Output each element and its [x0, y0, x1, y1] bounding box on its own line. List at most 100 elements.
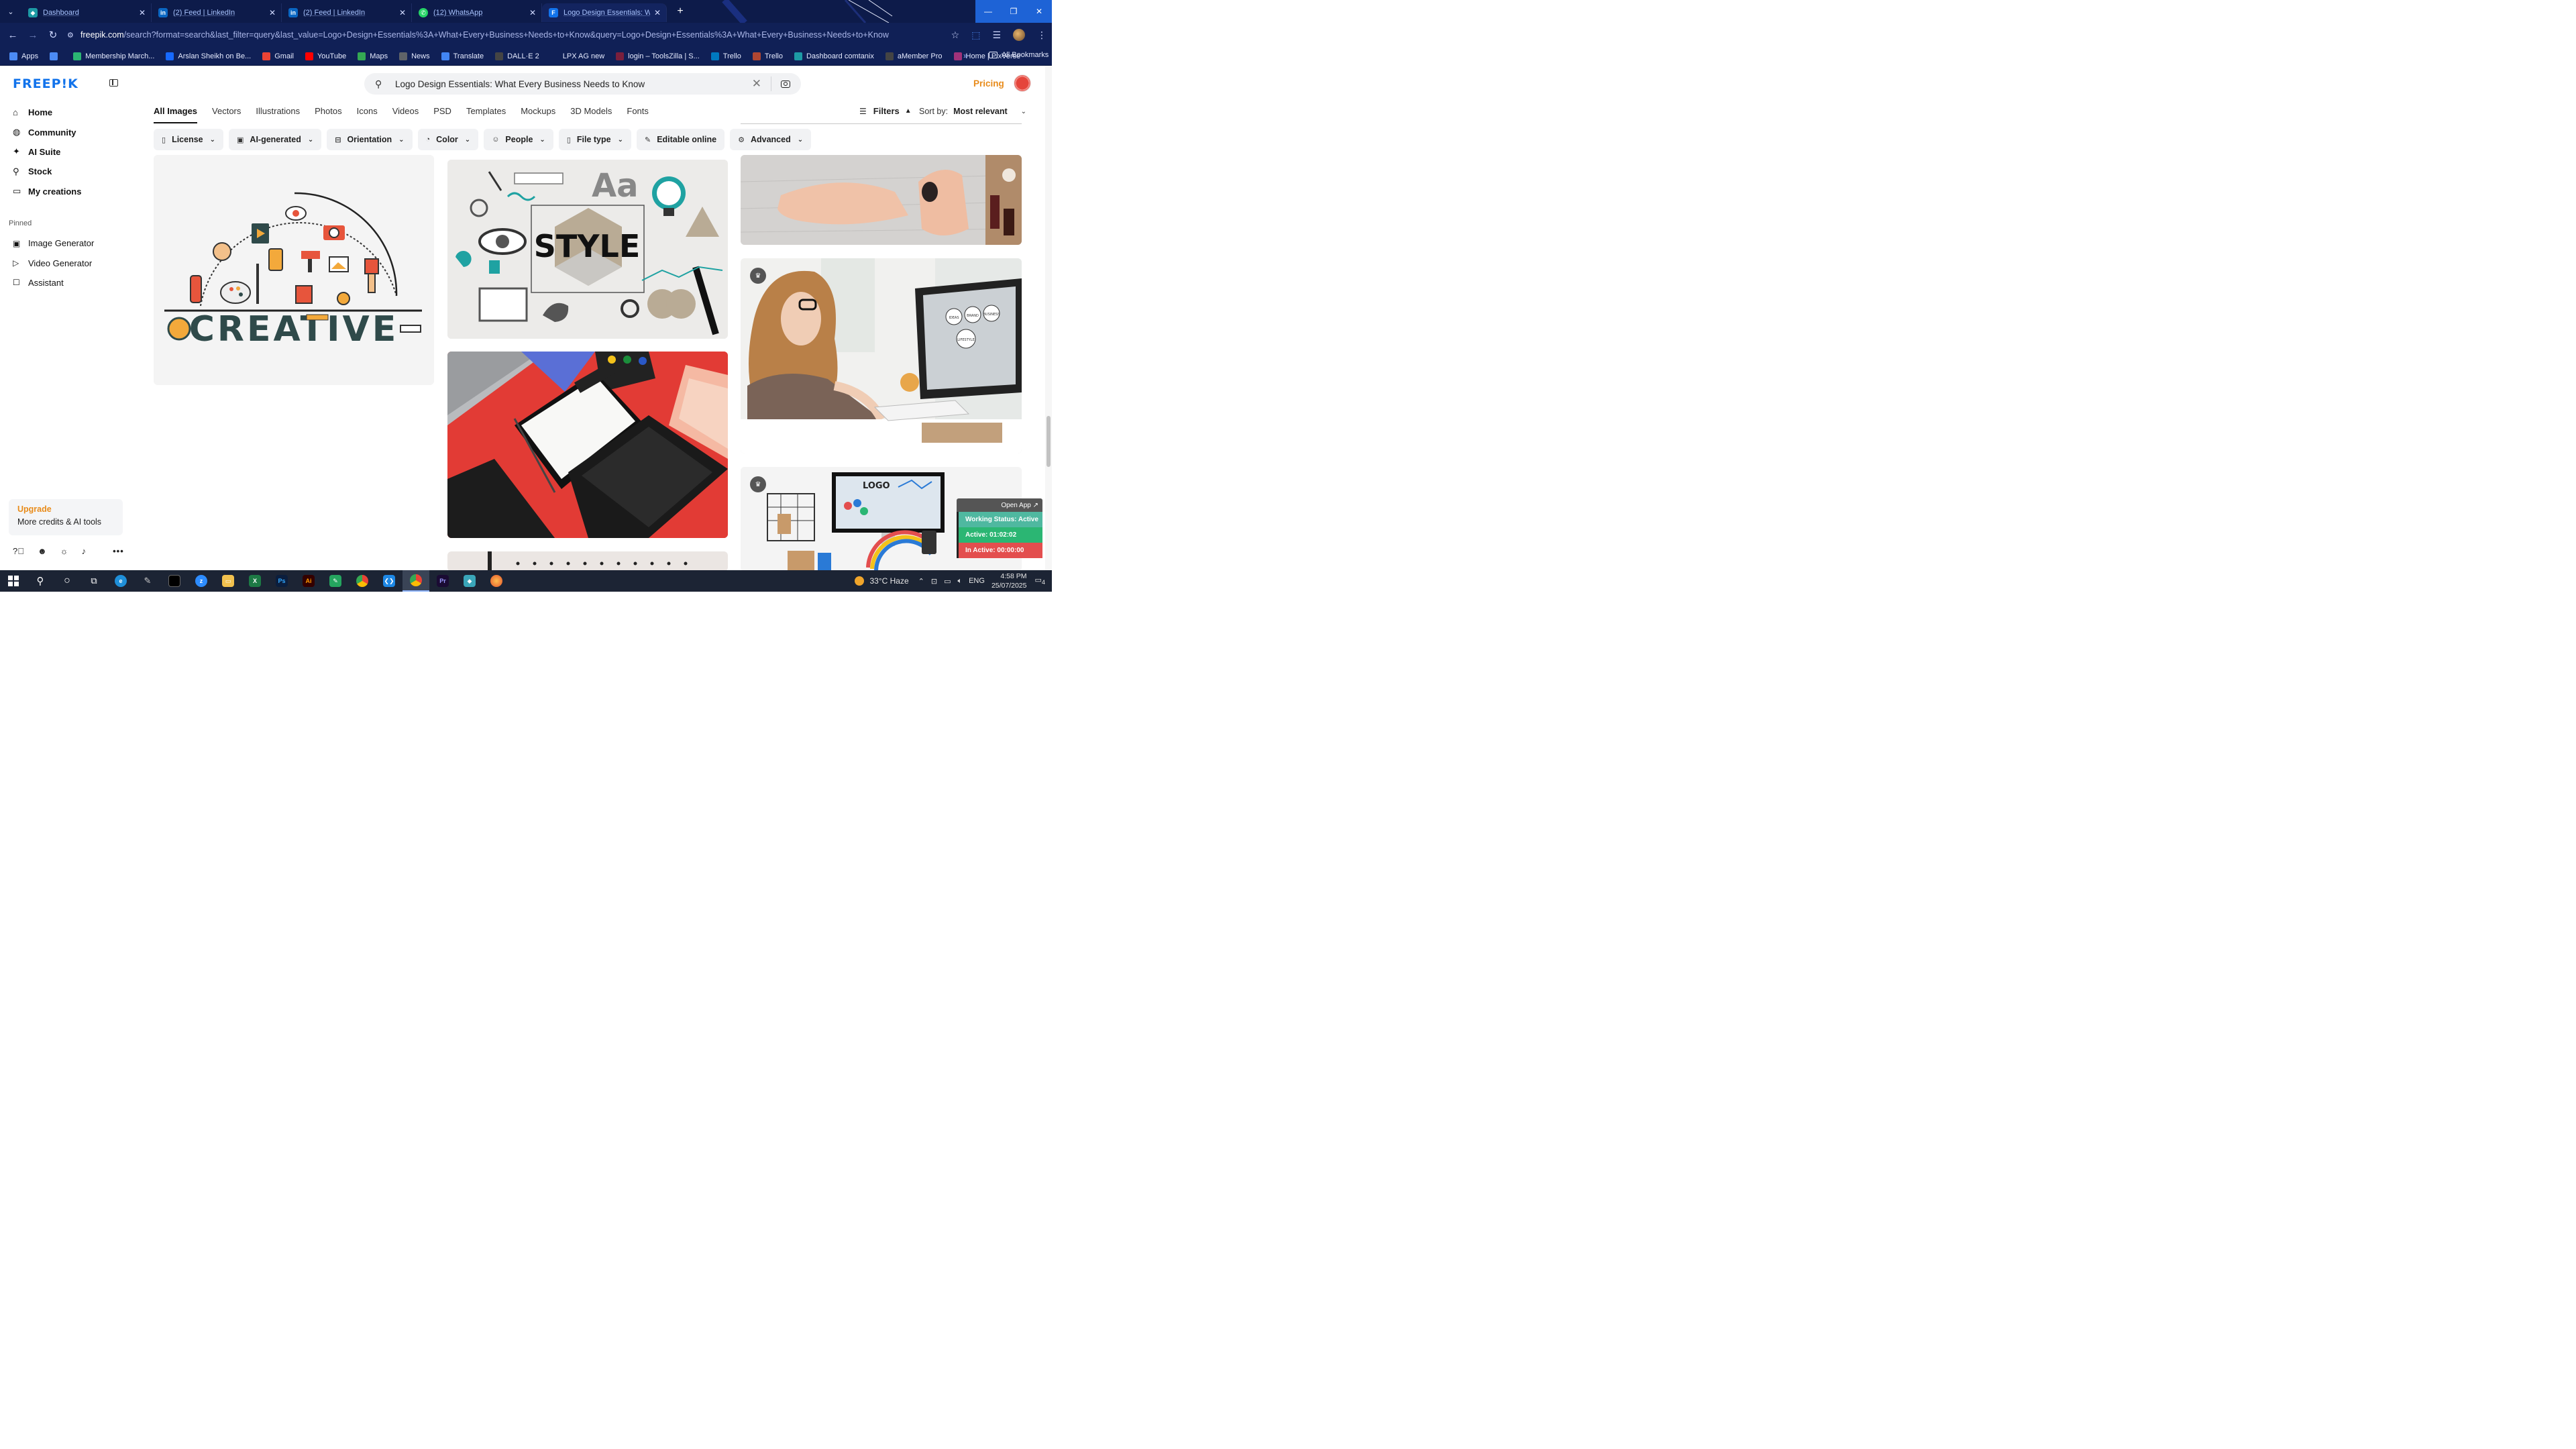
filter-chip-ai-generated[interactable]: ▣ AI-generated ⌄	[229, 129, 322, 150]
sidebar-item-home[interactable]: ⌂ Home	[13, 103, 81, 122]
user-avatar[interactable]	[1014, 74, 1031, 92]
image-result-red-desk[interactable]	[447, 352, 728, 538]
browser-tab-5-active[interactable]: F Logo Design Essentials: What E ✕	[542, 3, 667, 22]
bookmark-item[interactable]	[50, 52, 62, 60]
tab-close-icon[interactable]: ✕	[529, 8, 536, 17]
scrollbar-thumb[interactable]	[1046, 416, 1051, 467]
pinned-item-video-generator[interactable]: ▷ Video Generator	[13, 253, 94, 272]
volume-icon[interactable]: 🔈︎	[957, 577, 962, 586]
filters-toggle[interactable]: ☰ Filters ▲	[859, 106, 912, 116]
filter-chip-file-type[interactable]: ▯ File type ⌄	[558, 129, 631, 150]
zoom-icon[interactable]: z	[188, 570, 215, 592]
notification-bell-icon[interactable]: ♪	[82, 546, 87, 556]
camera-search-icon[interactable]	[781, 80, 790, 88]
search-bar[interactable]: ⚲ Logo Design Essentials: What Every Bus…	[364, 73, 801, 95]
file-explorer-icon[interactable]: ▭	[215, 570, 241, 592]
browser-tab-3[interactable]: in (2) Feed | LinkedIn ✕	[282, 3, 412, 22]
filter-chip-color[interactable]: ◔ Color ⌄	[417, 129, 479, 150]
tab-fonts[interactable]: Fonts	[627, 106, 649, 123]
chrome-icon[interactable]	[349, 570, 376, 592]
sort-dropdown[interactable]: Sort by: Most relevant ⌄	[919, 107, 1026, 116]
sidebar-item-community[interactable]: ◍ Community	[13, 122, 81, 142]
bookmark-star-icon[interactable]: ☆	[951, 30, 960, 41]
pinned-item-assistant[interactable]: ☐ Assistant	[13, 273, 94, 292]
bookmark-item[interactable]: Arslan Sheikh on Be...	[166, 52, 251, 60]
bookmark-item[interactable]: Maps	[358, 52, 388, 60]
firefox-icon[interactable]	[483, 570, 510, 592]
sidebar-item-ai-suite[interactable]: ✦ AI Suite	[13, 142, 81, 162]
sidebar-item-stock[interactable]: ⚲ Stock	[13, 162, 81, 181]
tab-all-images[interactable]: All Images	[154, 106, 198, 123]
minimize-icon[interactable]: —	[975, 0, 1001, 23]
chrome-active-icon[interactable]	[402, 570, 429, 592]
task-view-icon[interactable]: ⧉	[80, 570, 107, 592]
bookmark-item[interactable]: Trello	[752, 52, 783, 60]
discord-icon[interactable]: ☻	[38, 546, 47, 556]
pricing-link[interactable]: Pricing	[973, 78, 1004, 89]
weather-widget[interactable]: 33°C Haze	[855, 576, 909, 586]
bookmark-item[interactable]: Apps	[9, 52, 38, 60]
more-bookmarks-icon[interactable]: »	[963, 51, 968, 60]
clear-search-icon[interactable]: ✕	[752, 77, 761, 91]
close-window-icon[interactable]: ✕	[1026, 0, 1052, 23]
browser-menu-icon[interactable]: ⋮	[1037, 30, 1046, 41]
app-diamond-icon[interactable]: ◆	[456, 570, 483, 592]
restore-icon[interactable]: ❐	[1001, 0, 1026, 23]
tab-videos[interactable]: Videos	[392, 106, 419, 123]
site-info-icon[interactable]: ⚙	[67, 31, 80, 40]
tab-templates[interactable]: Templates	[466, 106, 506, 123]
browser-tab-1[interactable]: ◆ Dashboard ✕	[21, 3, 152, 22]
clock[interactable]: 4:58 PM 25/07/2025	[991, 572, 1027, 590]
browser-tab-2[interactable]: in (2) Feed | LinkedIn ✕	[152, 3, 282, 22]
reading-list-icon[interactable]: ☰	[992, 30, 1001, 41]
bookmark-item[interactable]: LPX AG new	[550, 52, 604, 60]
bookmark-item[interactable]: aMember Pro	[885, 52, 943, 60]
new-tab-button[interactable]: +	[672, 3, 688, 19]
language-indicator[interactable]: ENG	[969, 577, 985, 585]
tab-3d-models[interactable]: 3D Models	[570, 106, 612, 123]
bookmark-item[interactable]: Dashboard comtanix	[794, 52, 874, 60]
photoshop-icon[interactable]: Ps	[268, 570, 295, 592]
more-options-icon[interactable]: •••	[113, 546, 124, 556]
terminal-icon[interactable]	[161, 570, 188, 592]
tab-close-icon[interactable]: ✕	[139, 8, 146, 17]
back-icon[interactable]: ←	[3, 30, 23, 41]
tab-search-chevron-icon[interactable]: ⌄	[0, 0, 21, 23]
reload-icon[interactable]: ↻	[43, 29, 63, 41]
bookmark-item[interactable]: Gmail	[262, 52, 294, 60]
image-result-designer-woman[interactable]: IDEAS BRAND BUSINESS LIFESTYLE ♛	[741, 258, 1022, 453]
bookmark-item[interactable]: DALL·E 2	[495, 52, 539, 60]
open-app-button[interactable]: Open App ↗	[957, 498, 1042, 512]
tab-icons[interactable]: Icons	[357, 106, 378, 123]
freepik-logo[interactable]: FREEP!K	[13, 76, 78, 91]
vscode-icon[interactable]: ❮❯	[376, 570, 402, 592]
excel-icon[interactable]: X	[241, 570, 268, 592]
network-icon[interactable]: ▭	[944, 577, 951, 586]
help-icon[interactable]: ?⃝	[13, 546, 24, 556]
tab-psd[interactable]: PSD	[433, 106, 451, 123]
extensions-icon[interactable]: ⬚	[971, 30, 980, 41]
image-result-creative[interactable]: CREATIVE	[154, 155, 434, 385]
image-result-pegboard[interactable]	[447, 551, 728, 570]
tab-illustrations[interactable]: Illustrations	[256, 106, 300, 123]
filter-chip-people[interactable]: ☺ People ⌄	[484, 129, 553, 150]
pinned-item-image-generator[interactable]: ▣ Image Generator	[13, 233, 94, 253]
app-green-icon[interactable]: ✎	[322, 570, 349, 592]
url-field[interactable]: ⚙ freepik.com/search?format=search&last_…	[67, 25, 955, 44]
all-bookmarks-button[interactable]: All Bookmarks	[989, 51, 1049, 59]
forward-icon[interactable]: →	[23, 30, 43, 41]
illustrator-icon[interactable]: Ai	[295, 570, 322, 592]
browser-tab-4[interactable]: ✆ (12) WhatsApp ✕	[412, 3, 542, 22]
upgrade-card[interactable]: Upgrade More credits & AI tools	[9, 499, 123, 535]
theme-sun-icon[interactable]: ☼	[60, 546, 68, 556]
page-scrollbar[interactable]	[1045, 66, 1052, 570]
sidebar-item-my-creations[interactable]: ▭ My creations	[13, 182, 81, 201]
filter-chip-advanced[interactable]: ⚙ Advanced ⌄	[730, 129, 812, 150]
taskbar-search-icon[interactable]: ⚲	[27, 570, 54, 592]
tray-chevron-up-icon[interactable]: ⌃	[918, 577, 924, 586]
sidebar-collapse-icon[interactable]	[109, 79, 118, 87]
filter-chip-license[interactable]: ▯ License ⌄	[154, 129, 224, 150]
bookmark-item[interactable]: Translate	[441, 52, 484, 60]
filter-chip-editable-online[interactable]: ✎ Editable online	[636, 129, 725, 150]
tab-mockups[interactable]: Mockups	[521, 106, 555, 123]
